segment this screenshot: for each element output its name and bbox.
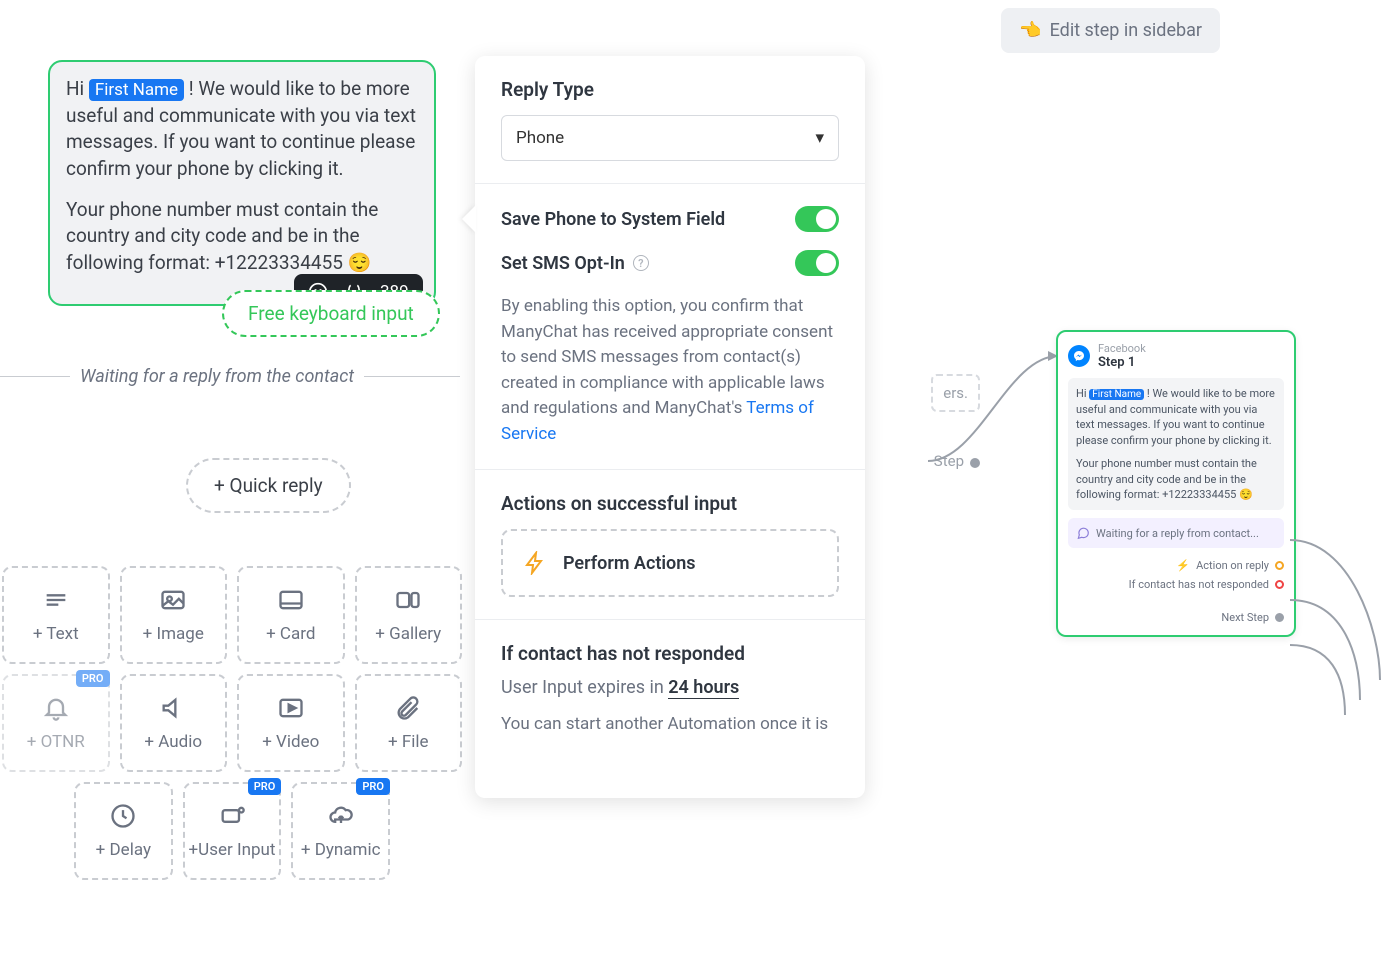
message-input-card[interactable]: Hi First Name ! We would like to be more… — [48, 60, 436, 306]
add-user-input-block[interactable]: PRO +User Input — [183, 782, 282, 880]
action-on-reply-row[interactable]: ⚡ Action on reply — [1068, 556, 1284, 575]
actions-label: Actions on successful input — [501, 492, 839, 515]
next-step-row[interactable]: Next Step — [1068, 608, 1284, 627]
pro-badge: PRO — [356, 778, 390, 795]
save-phone-toggle[interactable] — [795, 206, 839, 232]
step-title: Step 1 — [1098, 355, 1146, 370]
connector-line-4 — [1290, 635, 1400, 725]
merge-tag[interactable]: First Name — [89, 79, 184, 101]
divider-line — [364, 376, 460, 377]
lightning-icon: ⚡ — [1176, 559, 1190, 572]
message-paragraph-1: Hi First Name ! We would like to be more… — [66, 76, 418, 183]
connector-dot-icon[interactable] — [970, 458, 980, 468]
sms-optin-description: By enabling this option, you confirm tha… — [501, 294, 839, 447]
text-icon — [42, 586, 70, 614]
waiting-label: Waiting for a reply from the contact — [80, 366, 354, 387]
partial-dashed: ers. — [931, 374, 980, 412]
add-gallery-block[interactable]: + Gallery — [355, 566, 463, 664]
reply-type-label: Reply Type — [501, 78, 839, 101]
edit-step-hint: 👈 Edit step in sidebar — [1001, 8, 1220, 53]
sms-optin-toggle[interactable] — [795, 250, 839, 276]
divider-line — [0, 376, 70, 377]
connector-dot-icon[interactable] — [1275, 561, 1284, 570]
sms-optin-label: Set SMS Opt-In ? — [501, 253, 649, 274]
waiting-divider: Waiting for a reply from the contact — [0, 366, 460, 387]
cloud-icon — [327, 802, 355, 830]
add-dynamic-block[interactable]: PRO + Dynamic — [291, 782, 390, 880]
waiting-preview: Waiting for a reply from contact... — [1068, 518, 1284, 548]
flow-step-card[interactable]: Facebook Step 1 Hi First Name ! We would… — [1056, 330, 1296, 637]
canvas-partial-node: ers. Step — [931, 374, 980, 470]
add-otnr-block[interactable]: PRO + OTNR — [2, 674, 110, 772]
add-file-block[interactable]: + File — [355, 674, 463, 772]
connector-line-3 — [1290, 590, 1400, 710]
reply-type-select[interactable]: Phone ▾ — [501, 115, 839, 161]
chat-icon — [1076, 526, 1090, 540]
connector-dot-icon[interactable] — [1275, 613, 1284, 622]
add-image-block[interactable]: + Image — [120, 566, 228, 664]
user-input-icon — [218, 802, 246, 830]
card-icon — [277, 586, 305, 614]
platform-label: Facebook — [1098, 342, 1146, 355]
perform-actions-button[interactable]: Perform Actions — [501, 529, 839, 597]
messenger-icon — [1068, 345, 1090, 367]
merge-tag: First Name — [1089, 389, 1144, 400]
no-response-label: If contact has not responded — [501, 642, 839, 665]
add-delay-block[interactable]: + Delay — [74, 782, 173, 880]
file-icon — [394, 694, 422, 722]
settings-panel: Reply Type Phone ▾ Save Phone to System … — [475, 56, 865, 798]
message-paragraph-2: Your phone number must contain the count… — [66, 197, 418, 277]
message-preview: Hi First Name ! We would like to be more… — [1068, 378, 1284, 510]
add-card-block[interactable]: + Card — [237, 566, 345, 664]
add-audio-block[interactable]: + Audio — [120, 674, 228, 772]
gallery-icon — [394, 586, 422, 614]
pro-badge: PRO — [76, 670, 110, 687]
edit-step-label: Edit step in sidebar — [1050, 20, 1202, 41]
pointer-icon: 👈 — [1019, 20, 1041, 41]
connector-line-2 — [1290, 530, 1400, 690]
expire-row: User Input expires in 24 hours — [501, 677, 839, 698]
content-block-grid: + Text + Image + Card + Gallery PRO + OT… — [2, 566, 462, 890]
help-icon[interactable]: ? — [633, 255, 649, 271]
no-response-desc: You can start another Automation once it… — [501, 714, 839, 734]
pro-badge: PRO — [248, 778, 282, 795]
reply-type-value: Phone — [516, 128, 564, 148]
no-response-row[interactable]: If contact has not responded — [1068, 575, 1284, 594]
partial-step-row: Step — [931, 422, 980, 470]
clock-icon — [109, 802, 137, 830]
add-video-block[interactable]: + Video — [237, 674, 345, 772]
video-icon — [277, 694, 305, 722]
expire-value[interactable]: 24 hours — [668, 677, 739, 699]
panel-caret-icon — [462, 205, 476, 233]
audio-icon — [159, 694, 187, 722]
bell-icon — [42, 694, 70, 722]
free-keyboard-button[interactable]: Free keyboard input — [222, 290, 440, 337]
image-icon — [159, 586, 187, 614]
connector-dot-icon[interactable] — [1275, 580, 1284, 589]
lightning-icon — [523, 551, 547, 575]
quick-reply-button[interactable]: + Quick reply — [186, 458, 351, 513]
caret-down-icon: ▾ — [815, 128, 824, 148]
save-phone-label: Save Phone to System Field — [501, 209, 725, 230]
add-text-block[interactable]: + Text — [2, 566, 110, 664]
